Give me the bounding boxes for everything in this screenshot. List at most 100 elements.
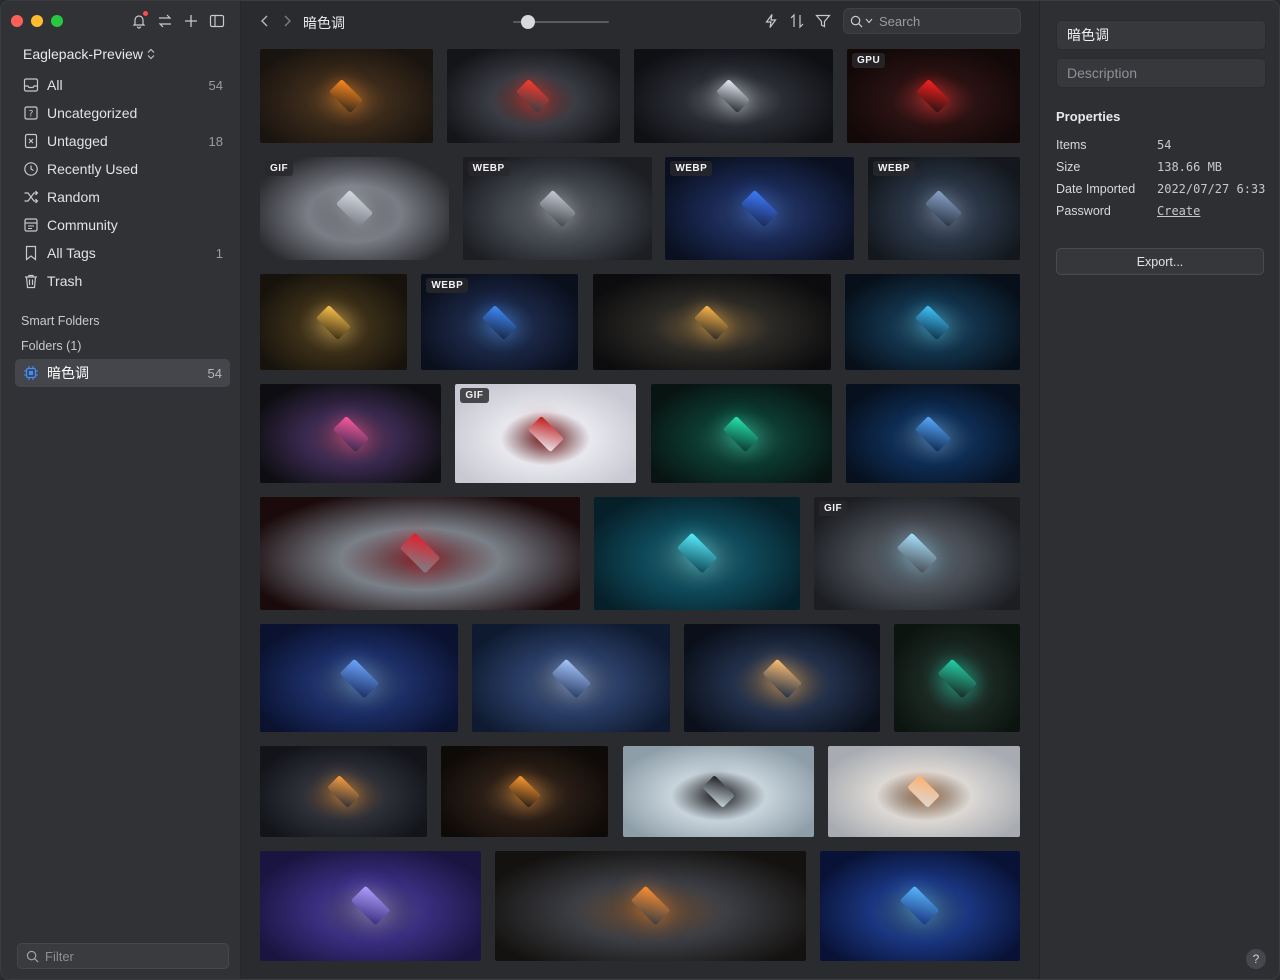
property-key: Date Imported bbox=[1056, 182, 1136, 196]
app-window: Eaglepack-Preview All 54 ? Uncategorized… bbox=[0, 0, 1280, 980]
forward-button[interactable] bbox=[279, 13, 295, 29]
properties-title: Properties bbox=[1056, 109, 1121, 124]
format-badge: GIF bbox=[265, 161, 294, 176]
sidebar-item-trash[interactable]: Trash bbox=[15, 267, 231, 295]
image-thumbnail[interactable]: GIF bbox=[455, 384, 637, 483]
sidebar-item-count: 1 bbox=[215, 245, 223, 261]
sidebar-item-label: Community bbox=[47, 217, 118, 233]
main-content: 暗色调 GPU GIF WEBP WEBP WEBP WEBP GIF GIF bbox=[241, 1, 1039, 979]
minimize-window-button[interactable] bbox=[31, 15, 43, 27]
image-thumbnail[interactable] bbox=[260, 274, 407, 370]
image-thumbnail[interactable] bbox=[684, 624, 880, 732]
image-thumbnail[interactable] bbox=[894, 624, 1020, 732]
sidebar-item-uncategorized[interactable]: ? Uncategorized bbox=[15, 99, 231, 127]
image-thumbnail[interactable] bbox=[472, 624, 670, 732]
sort-button[interactable] bbox=[789, 13, 805, 29]
search-input[interactable] bbox=[879, 13, 1009, 29]
sort-icon bbox=[790, 13, 804, 29]
create-password-link[interactable]: Create bbox=[1157, 204, 1200, 218]
inspector-panel: 暗色调 Description Properties Items 54 Size… bbox=[1039, 1, 1279, 979]
filter-input[interactable] bbox=[45, 948, 215, 964]
property-key: Size bbox=[1056, 160, 1081, 174]
image-thumbnail[interactable] bbox=[634, 49, 833, 143]
image-thumbnail[interactable] bbox=[260, 624, 458, 732]
export-button[interactable]: Export... bbox=[1056, 248, 1264, 275]
property-row: Size 138.66 MB bbox=[1056, 160, 1266, 174]
image-thumbnail[interactable] bbox=[592, 274, 831, 370]
description-field[interactable]: Description bbox=[1056, 58, 1266, 88]
thumbnail-chip-graphic bbox=[694, 304, 730, 340]
sidebar-item-label: Recently Used bbox=[47, 161, 139, 177]
quick-action-button[interactable] bbox=[763, 13, 779, 29]
thumbnail-chip-graphic bbox=[399, 533, 441, 574]
thumbnail-chip-graphic bbox=[741, 189, 779, 228]
sidebar-item-label: All Tags bbox=[47, 245, 96, 261]
slider-thumb[interactable] bbox=[521, 15, 536, 29]
image-thumbnail[interactable] bbox=[845, 384, 1020, 483]
main-toolbar: 暗色调 bbox=[241, 1, 1039, 41]
image-thumbnail[interactable] bbox=[495, 851, 806, 961]
smart-folders-header[interactable]: Smart Folders bbox=[21, 314, 100, 328]
library-switcher[interactable]: Eaglepack-Preview bbox=[23, 46, 155, 62]
back-button[interactable] bbox=[257, 13, 273, 29]
search-box bbox=[843, 8, 1021, 34]
sidebar-item-all[interactable]: All 54 bbox=[15, 71, 231, 99]
add-button[interactable] bbox=[181, 11, 201, 31]
image-thumbnail[interactable] bbox=[260, 49, 433, 143]
sidebar: Eaglepack-Preview All 54 ? Uncategorized… bbox=[1, 1, 241, 979]
image-thumbnail[interactable]: WEBP bbox=[421, 274, 579, 370]
thumbnail-chip-graphic bbox=[916, 78, 951, 114]
sync-button[interactable] bbox=[155, 11, 175, 31]
image-thumbnail[interactable] bbox=[441, 746, 609, 837]
thumbnail-chip-graphic bbox=[630, 886, 671, 926]
folders-header[interactable]: Folders (1) bbox=[21, 339, 81, 353]
chevron-right-icon bbox=[284, 15, 291, 27]
filter-button[interactable] bbox=[815, 13, 831, 29]
sidebar-folder-item[interactable]: 暗色调 54 bbox=[15, 359, 230, 387]
image-thumbnail[interactable] bbox=[594, 497, 800, 610]
thumbnail-chip-graphic bbox=[716, 78, 751, 114]
property-key: Password bbox=[1056, 204, 1111, 218]
thumbnail-chip-graphic bbox=[551, 658, 591, 698]
toggle-sidebar-button[interactable] bbox=[207, 11, 227, 31]
sidebar-item-recently-used[interactable]: Recently Used bbox=[15, 155, 231, 183]
format-badge: GPU bbox=[852, 53, 886, 68]
image-thumbnail[interactable] bbox=[650, 384, 832, 483]
close-window-button[interactable] bbox=[11, 15, 23, 27]
chevron-up-down-icon bbox=[147, 48, 155, 60]
notifications-button[interactable] bbox=[129, 11, 149, 31]
image-thumbnail[interactable] bbox=[844, 274, 1020, 370]
image-thumbnail[interactable]: GPU bbox=[847, 49, 1020, 143]
chevron-down-icon[interactable] bbox=[865, 18, 873, 24]
format-badge: GIF bbox=[460, 388, 489, 403]
folder-name-field[interactable]: 暗色调 bbox=[1056, 20, 1266, 50]
image-thumbnail[interactable] bbox=[260, 746, 427, 837]
image-thumbnail[interactable] bbox=[260, 384, 441, 483]
clock-icon bbox=[23, 161, 39, 177]
sidebar-item-all-tags[interactable]: All Tags 1 bbox=[15, 239, 231, 267]
zoom-window-button[interactable] bbox=[51, 15, 63, 27]
image-thumbnail[interactable] bbox=[260, 497, 580, 610]
sidebar-item-random[interactable]: Random bbox=[15, 183, 231, 211]
filter-box bbox=[17, 943, 229, 969]
image-thumbnail[interactable]: WEBP bbox=[665, 157, 855, 260]
image-thumbnail[interactable]: WEBP bbox=[867, 157, 1020, 260]
chip-folder-icon bbox=[23, 365, 39, 381]
image-thumbnail[interactable]: WEBP bbox=[462, 157, 652, 260]
grid-row bbox=[260, 851, 1020, 961]
image-thumbnail[interactable] bbox=[827, 746, 1020, 837]
help-button[interactable]: ? bbox=[1246, 949, 1266, 969]
sidebar-item-untagged[interactable]: Untagged 18 bbox=[15, 127, 231, 155]
image-thumbnail[interactable] bbox=[622, 746, 814, 837]
thumbnail-size-slider[interactable] bbox=[513, 15, 609, 29]
property-value: 138.66 MB bbox=[1157, 160, 1223, 174]
sidebar-toolbar bbox=[129, 11, 227, 31]
sidebar-item-community[interactable]: Community bbox=[15, 211, 231, 239]
image-thumbnail[interactable]: GIF bbox=[260, 157, 449, 260]
image-thumbnail[interactable]: GIF bbox=[814, 497, 1020, 610]
thumbnail-chip-graphic bbox=[332, 415, 369, 452]
image-thumbnail[interactable] bbox=[447, 49, 620, 143]
image-thumbnail[interactable] bbox=[260, 851, 481, 961]
image-thumbnail[interactable] bbox=[820, 851, 1020, 961]
folder-label: 暗色调 bbox=[47, 365, 89, 381]
